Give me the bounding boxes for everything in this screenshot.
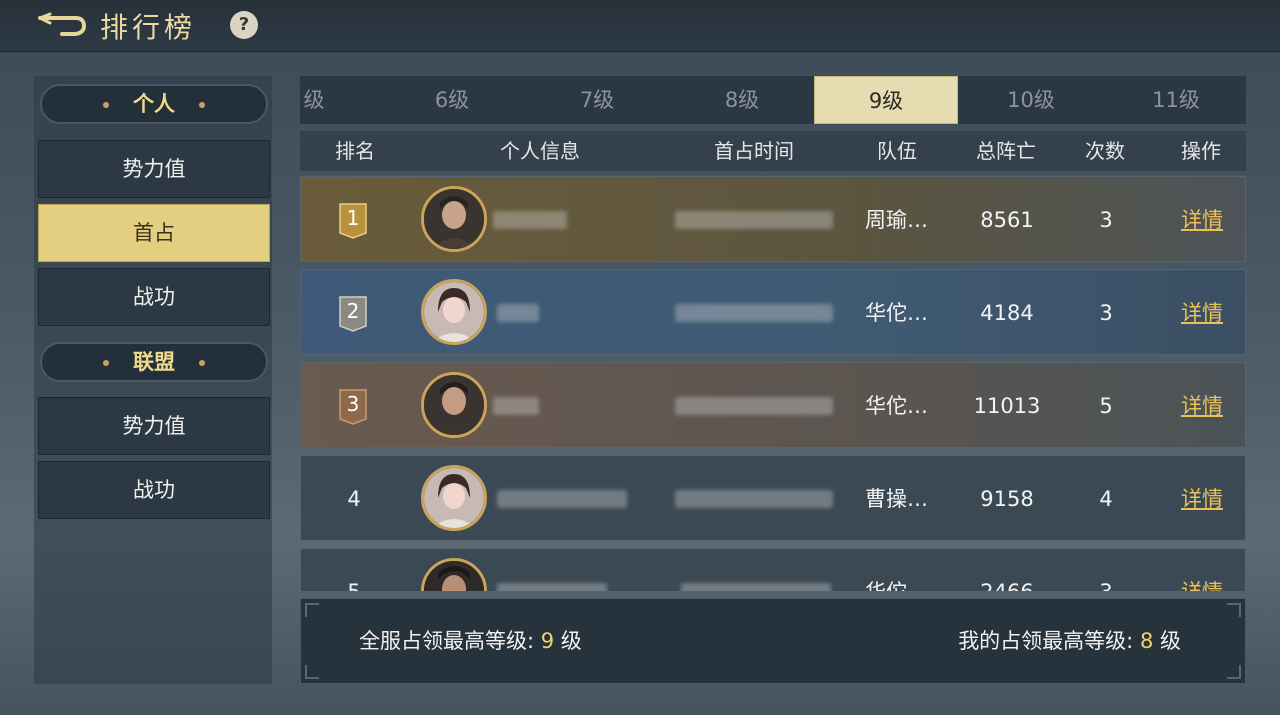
total-deaths: 9158	[980, 487, 1034, 511]
sidebar-item-alliance-merit[interactable]: 战功	[38, 461, 270, 519]
sidebar-item-personal-power[interactable]: 势力值	[38, 140, 270, 198]
rank-badge-gold-icon: 1	[339, 203, 367, 239]
player-name-redacted	[497, 490, 627, 508]
ornament-dot-icon	[103, 360, 109, 366]
team-name: 周瑜…	[865, 208, 928, 232]
rank-number: 3	[346, 392, 360, 416]
details-link[interactable]: 详情	[1169, 456, 1235, 542]
total-deaths: 8561	[980, 208, 1034, 232]
tab-level-5[interactable]: 级	[300, 76, 386, 124]
rank-number: 2	[346, 299, 360, 323]
table-row: 2 华佗… 4184 3 详情	[300, 269, 1246, 355]
time-redacted	[675, 397, 833, 415]
player-name-redacted	[497, 304, 539, 322]
back-arrow-icon[interactable]	[36, 12, 88, 40]
count: 3	[1073, 549, 1139, 591]
count: 3	[1099, 208, 1113, 232]
section-personal-label: 个人	[133, 92, 175, 116]
avatar[interactable]	[421, 465, 487, 531]
tab-level-6[interactable]: 6级	[380, 76, 524, 124]
details-link[interactable]: 详情	[1169, 363, 1235, 449]
ranking-list[interactable]: 1 周瑜… 8561 3 详情 2 华佗… 4184 3 详情 3 华佗… 11…	[300, 176, 1246, 591]
rank-badge-bronze-icon: 3	[339, 389, 367, 425]
count: 5	[1099, 394, 1113, 418]
server-max-level: 全服占领最高等级: 9 级	[359, 599, 582, 683]
tab-level-11[interactable]: 11级	[1104, 76, 1246, 124]
table-header: 排名 个人信息 首占时间 队伍 总阵亡 次数 操作	[300, 131, 1246, 171]
table-row: 5 华佗… 2466 3 详情	[300, 548, 1246, 591]
sidebar-item-first-occupy[interactable]: 首占	[38, 204, 270, 262]
total-deaths: 4184	[980, 301, 1034, 325]
total-deaths: 2466	[965, 549, 1049, 591]
col-rank: 排名	[335, 139, 375, 163]
help-icon[interactable]: ?	[230, 11, 258, 39]
my-max-level-label: 我的占领最高等级:	[958, 629, 1140, 653]
corner-ornament-icon	[1227, 603, 1241, 617]
time-redacted	[681, 583, 831, 591]
col-first-time: 首占时间	[714, 139, 794, 163]
col-count: 次数	[1085, 139, 1125, 163]
player-name-redacted	[493, 397, 539, 415]
page-title: 排行榜	[100, 11, 197, 44]
summary-footer: 全服占领最高等级: 9 级 我的占领最高等级: 8 级	[300, 598, 1246, 684]
col-player-info: 个人信息	[500, 139, 580, 163]
avatar[interactable]	[421, 558, 487, 591]
tab-level-10[interactable]: 10级	[959, 76, 1103, 124]
rank-number: 4	[347, 487, 361, 511]
table-row: 1 周瑜… 8561 3 详情	[300, 176, 1246, 262]
rank-number: 5	[339, 549, 369, 591]
server-max-level-value: 9	[540, 629, 555, 653]
table-row: 4 曹操… 9158 4 详情	[300, 455, 1246, 541]
team-name: 华佗…	[865, 301, 928, 325]
sidebar: 个人 势力值 首占 战功 联盟 势力值 战功	[34, 76, 272, 684]
server-max-level-unit: 级	[554, 629, 582, 653]
avatar[interactable]	[421, 186, 487, 252]
team-name: 华佗…	[865, 549, 928, 591]
corner-ornament-icon	[305, 603, 319, 617]
sidebar-item-personal-merit[interactable]: 战功	[38, 268, 270, 326]
col-action: 操作	[1181, 139, 1221, 163]
tab-level-7[interactable]: 7级	[525, 76, 669, 124]
col-total-deaths: 总阵亡	[976, 139, 1036, 163]
col-team: 队伍	[877, 139, 917, 163]
table-row: 3 华佗… 11013 5 详情	[300, 362, 1246, 448]
time-redacted	[675, 490, 833, 508]
total-deaths: 11013	[973, 394, 1041, 418]
team-name: 曹操…	[865, 487, 928, 511]
time-redacted	[675, 304, 833, 322]
level-tabs: 级 6级 7级 8级 9级 10级 11级	[300, 76, 1246, 124]
player-name-redacted	[493, 211, 567, 229]
tab-level-9[interactable]: 9级	[814, 76, 958, 124]
ornament-dot-icon	[199, 102, 205, 108]
ornament-dot-icon	[103, 102, 109, 108]
details-link[interactable]: 详情	[1169, 549, 1235, 591]
my-max-level: 我的占领最高等级: 8 级	[958, 599, 1181, 683]
top-bar: 排行榜 ?	[0, 0, 1280, 52]
rank-number: 1	[346, 206, 360, 230]
corner-ornament-icon	[1227, 665, 1241, 679]
section-alliance-label: 联盟	[133, 350, 175, 374]
server-max-level-label: 全服占领最高等级:	[359, 629, 541, 653]
player-name-redacted	[497, 583, 607, 591]
rank-badge-silver-icon: 2	[339, 296, 367, 332]
details-link[interactable]: 详情	[1169, 177, 1235, 263]
time-redacted	[675, 211, 833, 229]
count: 4	[1099, 487, 1113, 511]
tab-level-8[interactable]: 8级	[670, 76, 814, 124]
sidebar-item-alliance-power[interactable]: 势力值	[38, 397, 270, 455]
section-personal: 个人	[40, 84, 268, 124]
avatar[interactable]	[421, 279, 487, 345]
corner-ornament-icon	[305, 665, 319, 679]
ornament-dot-icon	[199, 360, 205, 366]
my-max-level-value: 8	[1139, 629, 1154, 653]
team-name: 华佗…	[865, 394, 928, 418]
avatar[interactable]	[421, 372, 487, 438]
count: 3	[1099, 301, 1113, 325]
my-max-level-unit: 级	[1153, 629, 1181, 653]
section-alliance: 联盟	[40, 342, 268, 382]
details-link[interactable]: 详情	[1169, 270, 1235, 356]
